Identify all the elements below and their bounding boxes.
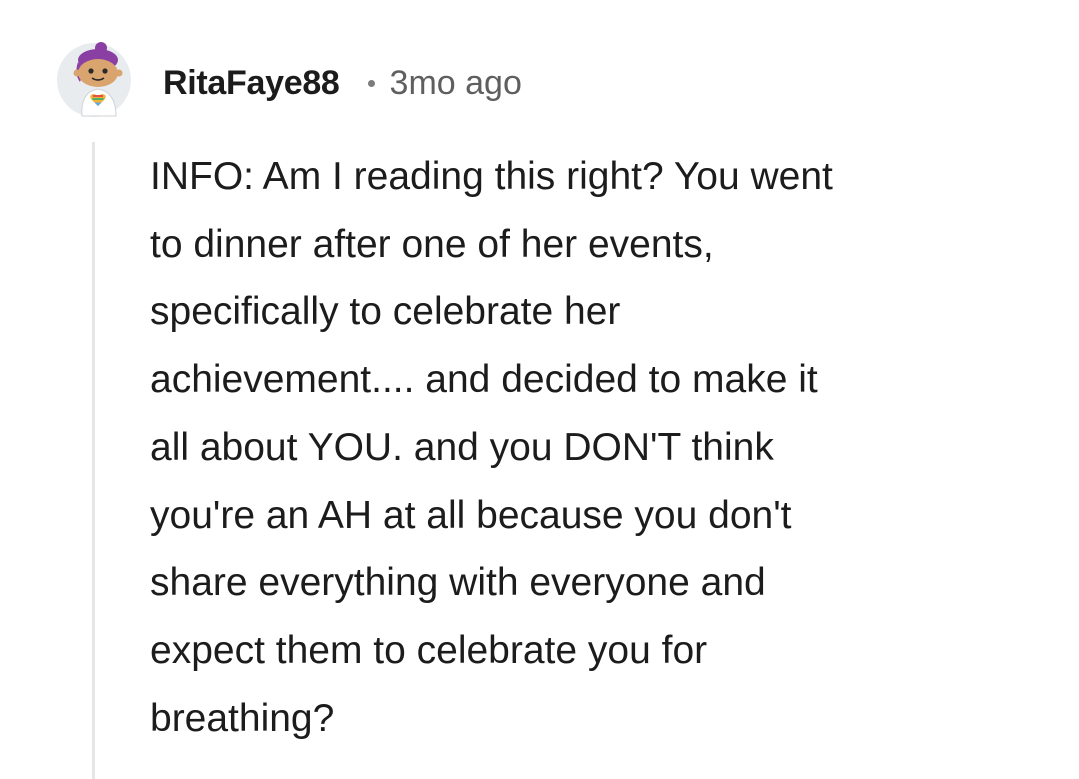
comment-body-line: specifically to celebrate her bbox=[150, 290, 621, 334]
comment-body-line: expect them to celebrate you for bbox=[150, 628, 708, 672]
comment-body-line: INFO: Am I reading this right? You went bbox=[150, 155, 833, 198]
comment-body: INFO: Am I reading this right? You went … bbox=[150, 143, 1050, 752]
comment-body-line: share everything with everyone and bbox=[150, 561, 766, 605]
separator-dot bbox=[367, 79, 375, 87]
thread-line[interactable] bbox=[92, 142, 95, 779]
author-username[interactable]: RitaFaye88 bbox=[163, 64, 340, 103]
comment-header: RitaFaye88 3mo ago bbox=[163, 58, 522, 108]
snoo-avatar-icon bbox=[57, 42, 131, 117]
comment-body-line: to dinner after one of her events, bbox=[150, 222, 714, 266]
comment-body-line: all about YOU. and you DON'T think bbox=[150, 425, 774, 469]
user-avatar[interactable] bbox=[56, 40, 132, 118]
comment-body-line: you're an AH at all because you don't bbox=[150, 493, 792, 537]
comment-body-line: breathing? bbox=[150, 696, 335, 740]
comment-age: 3mo ago bbox=[389, 63, 522, 102]
comment-body-line: achievement.... and decided to make it bbox=[150, 358, 818, 402]
comment: RitaFaye88 3mo ago INFO: Am I reading th… bbox=[0, 0, 1079, 779]
